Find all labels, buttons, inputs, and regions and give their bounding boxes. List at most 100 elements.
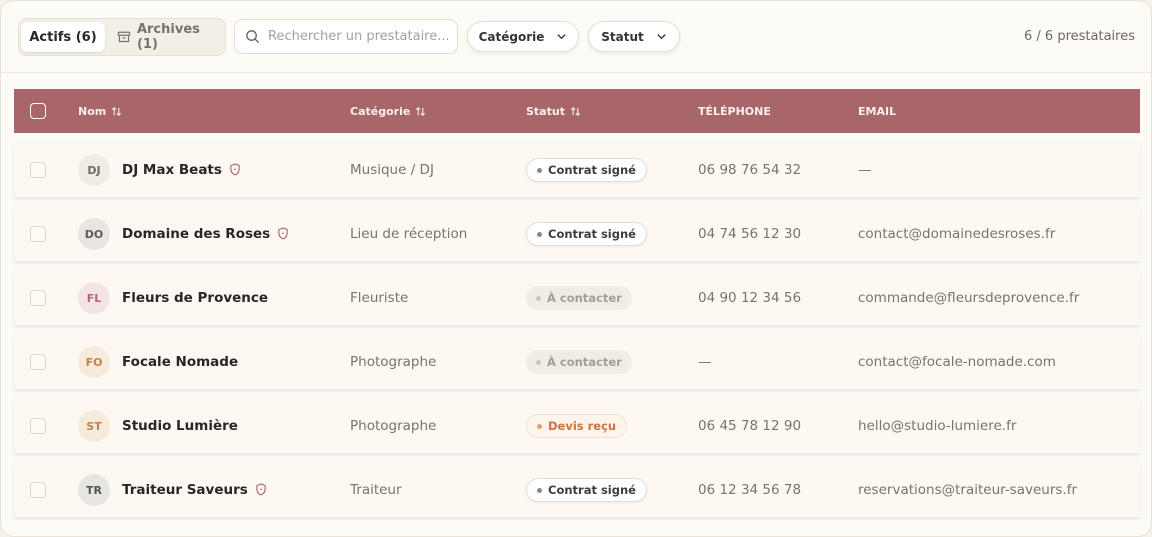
vendor-name: DJ Max Beats [122,161,222,178]
status-dot [537,231,542,237]
table-header: Nom Catégorie Statut TÉLÉPHONE EMAIL [14,89,1140,133]
status-label: Devis reçu [548,419,617,433]
column-header-email: EMAIL [858,89,896,133]
category-cell: Photographe [350,417,437,434]
status-label: Contrat signé [548,227,636,241]
vendor-name: Fleurs de Provence [122,289,269,306]
category-cell: Musique / DJ [350,161,434,178]
vendor-name-cell[interactable]: Studio Lumière [122,398,238,453]
row-checkbox[interactable] [30,418,46,434]
vendor-name: Traiteur Saveurs [122,481,248,498]
vendor-name-cell[interactable]: Domaine des Roses [122,206,289,261]
column-header-phone-label: TÉLÉPHONE [698,104,771,118]
shield-icon [278,227,288,240]
phone-cell: 06 45 78 12 90 [698,417,802,434]
sort-icon [112,106,122,116]
table-row[interactable]: DO Domaine des Roses Lieu de réception Cont… [14,206,1140,261]
search-box[interactable] [234,19,458,54]
archive-icon [117,31,131,43]
select-all-checkbox[interactable] [30,103,46,119]
status-filter-label: Statut [601,29,644,44]
email-cell: contact@domainedesroses.fr [858,225,1056,242]
vendor-name: Studio Lumière [122,417,238,434]
vendor-name: Focale Nomade [122,353,239,370]
status-badge: À contacter [526,286,632,310]
vendor-name: Domaine des Roses [122,225,271,242]
result-count: 6 / 6 prestataires [1024,29,1135,44]
vendor-name-cell[interactable]: DJ Max Beats [122,142,241,197]
category-cell: Lieu de réception [350,225,468,242]
phone-cell: — [698,353,712,370]
email-cell: — [858,161,872,178]
email-cell: contact@focale-nomade.com [858,353,1056,370]
row-checkbox[interactable] [30,482,46,498]
category-cell: Traiteur [350,481,402,498]
status-label: Contrat signé [548,483,636,497]
column-header-email-label: EMAIL [858,104,897,118]
tab-archives[interactable]: Archives (1) [113,22,225,52]
status-tabs: Actifs (6) Archives (1) [18,18,226,56]
column-header-status-label: Statut [526,104,565,118]
tab-actifs[interactable]: Actifs (6) [21,22,105,52]
status-badge: Devis reçu [526,414,628,438]
category-cell: Photographe [350,353,437,370]
phone-cell: 04 74 56 12 30 [698,225,802,242]
table-row[interactable]: ST Studio Lumière Photographe Devis reçu 06 … [14,398,1140,453]
status-label: Contrat signé [548,163,636,177]
category-filter-dropdown[interactable]: Catégorie [467,21,579,52]
category-cell: Fleuriste [350,289,409,306]
table-row[interactable]: FL Fleurs de Provence Fleuriste À contacter… [14,270,1140,325]
avatar: DO [78,218,110,250]
column-header-name[interactable]: Nom [78,89,122,133]
vendor-name-cell[interactable]: Traiteur Saveurs [122,462,267,517]
category-filter-label: Catégorie [478,29,545,44]
status-dot [536,295,541,301]
email-cell: hello@studio-lumiere.fr [858,417,1017,434]
avatar: DJ [78,154,110,186]
row-checkbox[interactable] [30,226,46,242]
tab-archives-label: Archives (1) [136,22,200,52]
status-badge: Contrat signé [526,478,647,502]
phone-cell: 06 12 34 56 78 [698,481,802,498]
avatar: FL [78,282,110,314]
row-checkbox[interactable] [30,290,46,306]
email-cell: reservations@traiteur-saveurs.fr [858,481,1078,498]
column-header-category-label: Catégorie [350,104,411,118]
table-row[interactable]: DJ DJ Max Beats Musique / DJ Contrat signé 0… [14,142,1140,197]
status-badge: Contrat signé [526,222,647,246]
phone-cell: 04 90 12 34 56 [698,289,802,306]
phone-cell: 06 98 76 54 32 [698,161,802,178]
vendors-panel: Actifs (6) Archives (1) Catégorie Statut… [0,0,1152,537]
table-row[interactable]: FO Focale Nomade Photographe À contacter — co… [14,334,1140,389]
status-dot [537,423,542,429]
column-header-status[interactable]: Statut [526,89,581,133]
status-label: À contacter [547,355,622,369]
status-filter-dropdown[interactable]: Statut [588,21,680,52]
avatar: ST [78,410,110,442]
chevron-down-icon [557,34,567,40]
column-header-name-label: Nom [78,104,107,118]
status-badge: Contrat signé [526,158,647,182]
status-dot [537,167,542,173]
sort-icon [570,106,580,116]
shield-icon [230,163,240,176]
avatar: TR [78,474,110,506]
chevron-down-icon [657,34,666,40]
column-header-phone: TÉLÉPHONE [698,89,771,133]
status-badge: À contacter [526,350,632,374]
search-input[interactable] [268,29,448,44]
table-row[interactable]: TR Traiteur Saveurs Traiteur Contrat signé 0… [14,462,1140,517]
row-checkbox[interactable] [30,354,46,370]
row-checkbox[interactable] [30,162,46,178]
vendor-name-cell[interactable]: Focale Nomade [122,334,238,389]
sort-icon [416,106,426,116]
status-label: À contacter [547,291,622,305]
shield-icon [256,483,266,496]
status-dot [536,359,541,365]
vendor-name-cell[interactable]: Fleurs de Provence [122,270,268,325]
toolbar: Actifs (6) Archives (1) Catégorie Statut… [1,1,1151,73]
status-dot [537,487,542,493]
column-header-category[interactable]: Catégorie [350,89,426,133]
avatar: FO [78,346,110,378]
search-icon [246,30,260,44]
